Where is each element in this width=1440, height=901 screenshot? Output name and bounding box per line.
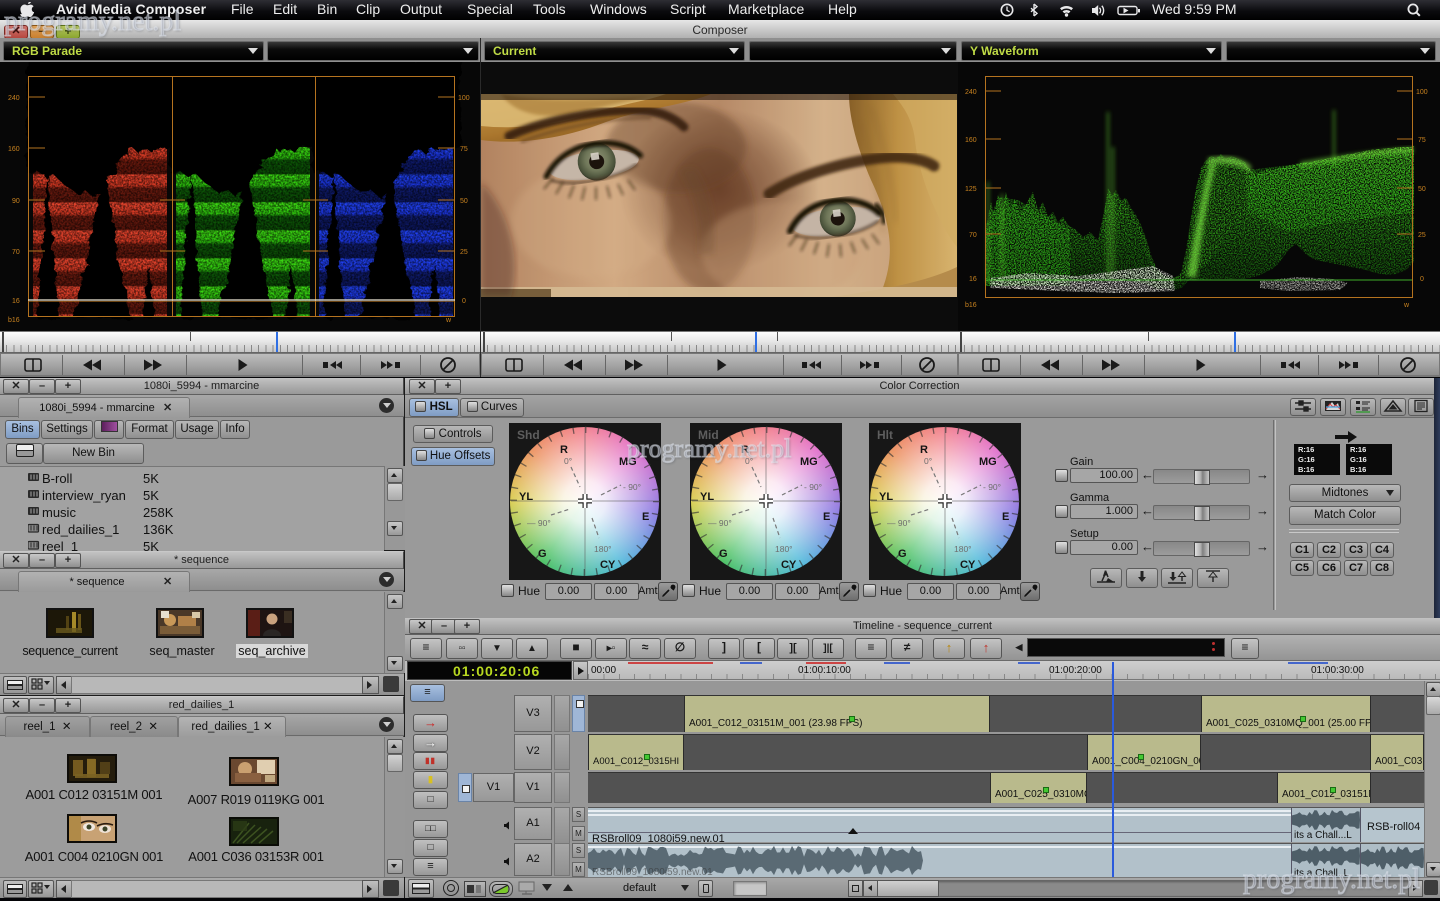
svg-text:— 90°: — 90° — [527, 518, 551, 528]
svg-text:16: 16 — [12, 298, 20, 305]
svg-text:b16: b16 — [8, 317, 20, 324]
svg-text:125: 125 — [965, 186, 977, 193]
svg-text:E: E — [642, 511, 649, 523]
svg-text:90: 90 — [12, 198, 20, 205]
svg-text:50: 50 — [460, 198, 468, 205]
svg-text:180°: 180° — [594, 544, 612, 554]
svg-text:25: 25 — [460, 249, 468, 256]
svg-text:75: 75 — [460, 146, 468, 153]
svg-text:E: E — [823, 511, 830, 523]
svg-text:0: 0 — [1420, 276, 1424, 283]
svg-text:R: R — [920, 444, 928, 456]
svg-text:160: 160 — [8, 146, 20, 153]
svg-text:YL: YL — [879, 491, 893, 503]
svg-text:100: 100 — [458, 95, 470, 102]
svg-text:MG: MG — [979, 456, 997, 468]
svg-text:b16: b16 — [965, 302, 977, 309]
svg-text:CY: CY — [600, 559, 616, 571]
svg-text:— 90°: — 90° — [708, 518, 732, 528]
svg-text:CY: CY — [960, 559, 976, 571]
svg-text:240: 240 — [965, 89, 977, 96]
svg-text:160: 160 — [965, 137, 977, 144]
svg-text:CY: CY — [781, 559, 797, 571]
svg-text:E: E — [1002, 511, 1009, 523]
svg-text:G: G — [538, 548, 547, 560]
svg-text:75: 75 — [1418, 137, 1426, 144]
svg-text:R: R — [560, 444, 568, 456]
svg-text:G: G — [719, 548, 728, 560]
svg-text:100: 100 — [1416, 89, 1428, 96]
svg-text:0°: 0° — [924, 456, 932, 466]
svg-text:50: 50 — [1418, 186, 1426, 193]
svg-text:YL: YL — [519, 491, 533, 503]
svg-text:w: w — [1403, 302, 1410, 309]
svg-text:MG: MG — [800, 456, 818, 468]
svg-text:G: G — [898, 548, 907, 560]
svg-text:25: 25 — [1418, 232, 1426, 239]
svg-text:0°: 0° — [564, 456, 572, 466]
svg-text:70: 70 — [12, 249, 20, 256]
svg-text:240: 240 — [8, 95, 20, 102]
svg-text:YL: YL — [700, 491, 714, 503]
svg-text:180°: 180° — [954, 544, 972, 554]
svg-text:16: 16 — [969, 276, 977, 283]
svg-text:70: 70 — [969, 232, 977, 239]
svg-text:- 90°: - 90° — [623, 482, 641, 492]
svg-text:— 90°: — 90° — [887, 518, 911, 528]
svg-text:- 90°: - 90° — [804, 482, 822, 492]
svg-text:0: 0 — [462, 298, 466, 305]
svg-text:w: w — [445, 317, 452, 324]
svg-text:- 90°: - 90° — [983, 482, 1001, 492]
svg-text:180°: 180° — [775, 544, 793, 554]
